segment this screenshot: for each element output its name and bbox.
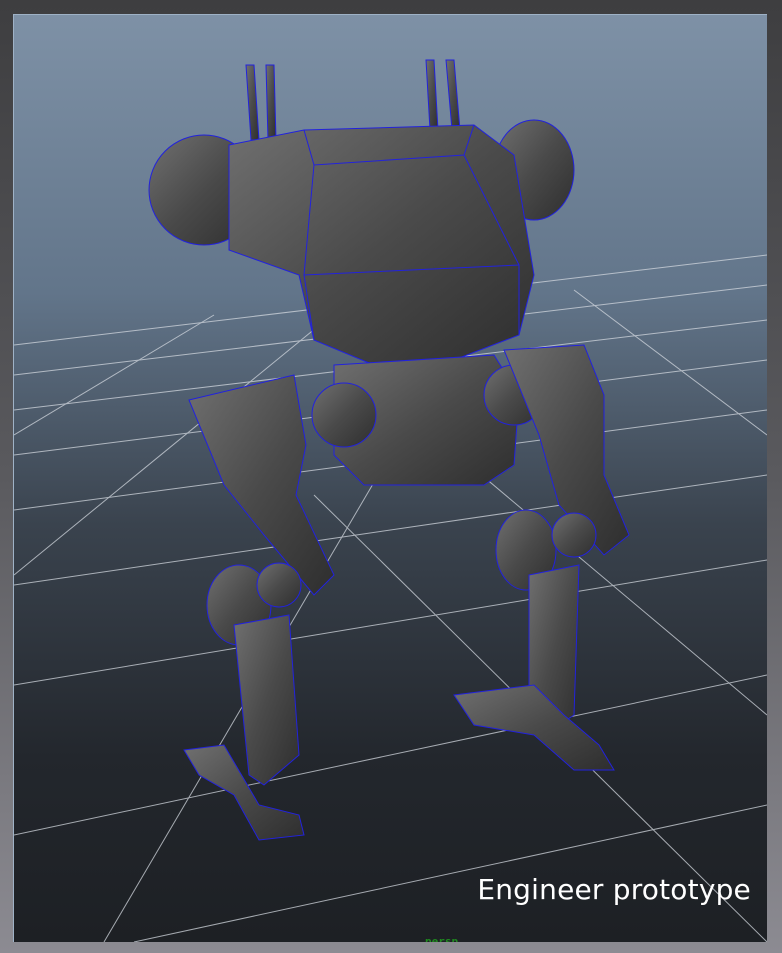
robot-model — [148, 59, 630, 841]
camera-label: persp — [425, 935, 459, 942]
3d-viewport[interactable]: Engineer prototype persp — [13, 14, 767, 942]
scene-render — [14, 59, 767, 942]
caption-text: Engineer prototype — [477, 873, 751, 906]
